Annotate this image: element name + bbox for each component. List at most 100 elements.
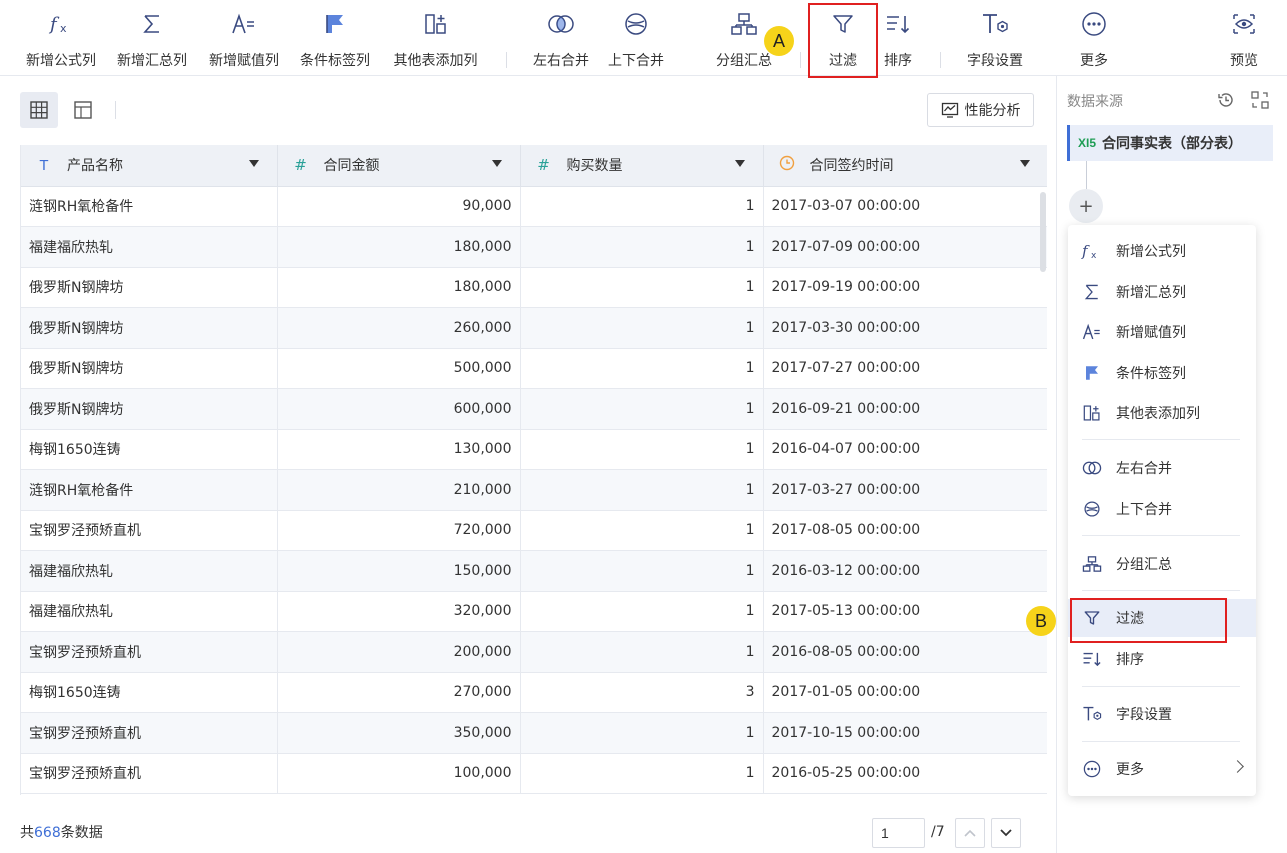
toolbar-more-button[interactable]: 更多 bbox=[1076, 0, 1112, 76]
cell-sign-date[interactable]: 2017-09-19 00:00:00 bbox=[763, 267, 1047, 308]
cell-sign-date[interactable]: 2016-08-05 00:00:00 bbox=[763, 631, 1047, 673]
toolbar-preview-button[interactable]: 预览 bbox=[1226, 0, 1262, 76]
cell-quantity[interactable]: 1 bbox=[520, 550, 764, 592]
data-source-card[interactable]: XI5 合同事实表（部分表） bbox=[1067, 125, 1273, 161]
toolbar-sort-button[interactable]: 排序 bbox=[878, 0, 918, 76]
cell-contract-amount[interactable]: 720,000 bbox=[277, 510, 521, 551]
cell-contract-amount[interactable]: 180,000 bbox=[277, 267, 521, 308]
toolbar-assign-button[interactable]: 新增赋值列 bbox=[203, 0, 285, 76]
cell-contract-amount[interactable]: 320,000 bbox=[277, 591, 521, 632]
menu-item-ud-merge[interactable]: 上下合并 bbox=[1068, 490, 1256, 528]
table-row[interactable]: 俄罗斯N钢牌坊 180,000 1 2017-09-19 00:00:00 bbox=[21, 267, 1047, 308]
menu-item-lr-merge[interactable]: 左右合并 bbox=[1068, 449, 1256, 487]
table-row[interactable]: 梅钢1650连铸 270,000 3 2017-01-05 00:00:00 bbox=[21, 672, 1047, 713]
cell-quantity[interactable]: 1 bbox=[520, 348, 764, 389]
cell-sign-date[interactable]: 2017-03-07 00:00:00 bbox=[763, 186, 1047, 227]
cell-quantity[interactable]: 1 bbox=[520, 307, 764, 349]
cell-product-name[interactable]: 宝钢罗泾预矫直机 bbox=[21, 631, 278, 673]
menu-item-summary[interactable]: 新增汇总列 bbox=[1068, 273, 1256, 311]
table-row[interactable]: 福建福欣热轧 150,000 1 2016-03-12 00:00:00 bbox=[21, 550, 1047, 592]
cell-product-name[interactable]: 涟钢RH氧枪备件 bbox=[21, 469, 278, 511]
chevron-down-icon[interactable] bbox=[1019, 160, 1030, 167]
menu-item-sort[interactable]: 排序 bbox=[1068, 640, 1256, 678]
cell-sign-date[interactable]: 2017-03-30 00:00:00 bbox=[763, 307, 1047, 349]
cell-sign-date[interactable]: 2017-08-05 00:00:00 bbox=[763, 510, 1047, 551]
cell-quantity[interactable]: 1 bbox=[520, 469, 764, 511]
table-vertical-scrollbar[interactable] bbox=[1040, 192, 1046, 272]
cell-product-name[interactable]: 俄罗斯N钢牌坊 bbox=[21, 267, 278, 308]
cell-quantity[interactable]: 1 bbox=[520, 631, 764, 673]
cell-product-name[interactable]: 涟钢RH氧枪备件 bbox=[21, 186, 278, 227]
chevron-down-icon[interactable] bbox=[734, 160, 745, 167]
table-row[interactable]: 宝钢罗泾预矫直机 200,000 1 2016-08-05 00:00:00 bbox=[21, 631, 1047, 673]
cell-contract-amount[interactable]: 600,000 bbox=[277, 388, 521, 430]
table-row[interactable]: 宝钢罗泾预矫直机 350,000 1 2017-10-15 00:00:00 bbox=[21, 712, 1047, 754]
cell-sign-date[interactable]: 2016-03-12 00:00:00 bbox=[763, 550, 1047, 592]
cell-quantity[interactable]: 1 bbox=[520, 591, 764, 632]
table-row[interactable]: 梅钢1650连铸 130,000 1 2016-04-07 00:00:00 bbox=[21, 429, 1047, 470]
cell-product-name[interactable]: 俄罗斯N钢牌坊 bbox=[21, 388, 278, 430]
cell-product-name[interactable]: 宝钢罗泾预矫直机 bbox=[21, 753, 278, 794]
cell-quantity[interactable]: 1 bbox=[520, 712, 764, 754]
table-row[interactable]: 宝钢罗泾预矫直机 100,000 1 2016-05-25 00:00:00 bbox=[21, 753, 1047, 794]
column-header-date[interactable]: 合同签约时间 bbox=[763, 145, 1047, 187]
cell-sign-date[interactable]: 2016-09-21 00:00:00 bbox=[763, 388, 1047, 430]
toolbar-field-button[interactable]: 字段设置 bbox=[962, 0, 1028, 76]
cell-product-name[interactable]: 宝钢罗泾预矫直机 bbox=[21, 712, 278, 754]
cell-sign-date[interactable]: 2017-01-05 00:00:00 bbox=[763, 672, 1047, 713]
cell-contract-amount[interactable]: 200,000 bbox=[277, 631, 521, 673]
toolbar-lr-merge-button[interactable]: 左右合并 bbox=[528, 0, 594, 76]
table-row[interactable]: 俄罗斯N钢牌坊 500,000 1 2017-07-27 00:00:00 bbox=[21, 348, 1047, 389]
cell-sign-date[interactable]: 2016-05-25 00:00:00 bbox=[763, 753, 1047, 794]
chevron-down-icon[interactable] bbox=[248, 160, 259, 167]
menu-item-formula[interactable]: fx 新增公式列 bbox=[1068, 232, 1256, 270]
cell-quantity[interactable]: 1 bbox=[520, 186, 764, 227]
cell-quantity[interactable]: 1 bbox=[520, 267, 764, 308]
toolbar-ud-merge-button[interactable]: 上下合并 bbox=[603, 0, 669, 76]
cell-product-name[interactable]: 俄罗斯N钢牌坊 bbox=[21, 348, 278, 389]
page-number-input[interactable] bbox=[872, 818, 925, 848]
cell-quantity[interactable]: 1 bbox=[520, 510, 764, 551]
toolbar-other-table-button[interactable]: 其他表添加列 bbox=[387, 0, 484, 76]
menu-item-field[interactable]: 字段设置 bbox=[1068, 695, 1256, 733]
performance-analysis-button[interactable]: 性能分析 bbox=[927, 93, 1034, 127]
cell-contract-amount[interactable]: 260,000 bbox=[277, 307, 521, 349]
add-step-button[interactable]: + bbox=[1069, 189, 1103, 223]
menu-item-group[interactable]: 分组汇总 bbox=[1068, 545, 1256, 583]
cell-sign-date[interactable]: 2017-10-15 00:00:00 bbox=[763, 712, 1047, 754]
table-row[interactable]: 福建福欣热轧 180,000 1 2017-07-09 00:00:00 bbox=[21, 226, 1047, 268]
toolbar-condition-button[interactable]: 条件标签列 bbox=[294, 0, 376, 76]
cell-product-name[interactable]: 福建福欣热轧 bbox=[21, 226, 278, 268]
cell-sign-date[interactable]: 2017-05-13 00:00:00 bbox=[763, 591, 1047, 632]
table-row[interactable]: 福建福欣热轧 320,000 1 2017-05-13 00:00:00 bbox=[21, 591, 1047, 632]
toolbar-formula-button[interactable]: fx 新增公式列 bbox=[20, 0, 102, 76]
cell-quantity[interactable]: 1 bbox=[520, 429, 764, 470]
collapse-panel-icon[interactable] bbox=[1249, 89, 1271, 111]
cell-quantity[interactable]: 1 bbox=[520, 388, 764, 430]
cell-product-name[interactable]: 宝钢罗泾预矫直机 bbox=[21, 510, 278, 551]
cell-contract-amount[interactable]: 180,000 bbox=[277, 226, 521, 268]
menu-item-other-table[interactable]: 其他表添加列 bbox=[1068, 394, 1256, 432]
table-row[interactable]: 俄罗斯N钢牌坊 260,000 1 2017-03-30 00:00:00 bbox=[21, 307, 1047, 349]
next-page-button[interactable] bbox=[991, 818, 1021, 848]
table-row[interactable]: 宝钢罗泾预矫直机 720,000 1 2017-08-05 00:00:00 bbox=[21, 510, 1047, 551]
cell-sign-date[interactable]: 2016-04-07 00:00:00 bbox=[763, 429, 1047, 470]
menu-item-more[interactable]: 更多 bbox=[1068, 750, 1256, 788]
table-row[interactable]: 涟钢RH氧枪备件 210,000 1 2017-03-27 00:00:00 bbox=[21, 469, 1047, 511]
cell-contract-amount[interactable]: 90,000 bbox=[277, 186, 521, 227]
cell-product-name[interactable]: 福建福欣热轧 bbox=[21, 550, 278, 592]
menu-item-assign[interactable]: 新增赋值列 bbox=[1068, 313, 1256, 351]
cell-contract-amount[interactable]: 270,000 bbox=[277, 672, 521, 713]
cell-contract-amount[interactable]: 150,000 bbox=[277, 550, 521, 592]
column-header-amount[interactable]: # 合同金额 bbox=[277, 145, 521, 187]
cell-product-name[interactable]: 俄罗斯N钢牌坊 bbox=[21, 307, 278, 349]
cell-quantity[interactable]: 1 bbox=[520, 226, 764, 268]
cell-product-name[interactable]: 梅钢1650连铸 bbox=[21, 672, 278, 713]
cell-quantity[interactable]: 1 bbox=[520, 753, 764, 794]
table-row[interactable]: 俄罗斯N钢牌坊 600,000 1 2016-09-21 00:00:00 bbox=[21, 388, 1047, 430]
cell-sign-date[interactable]: 2017-07-09 00:00:00 bbox=[763, 226, 1047, 268]
table-row[interactable]: 涟钢RH氧枪备件 90,000 1 2017-03-07 00:00:00 bbox=[21, 186, 1047, 227]
cell-contract-amount[interactable]: 130,000 bbox=[277, 429, 521, 470]
cell-sign-date[interactable]: 2017-03-27 00:00:00 bbox=[763, 469, 1047, 511]
cell-product-name[interactable]: 福建福欣热轧 bbox=[21, 591, 278, 632]
